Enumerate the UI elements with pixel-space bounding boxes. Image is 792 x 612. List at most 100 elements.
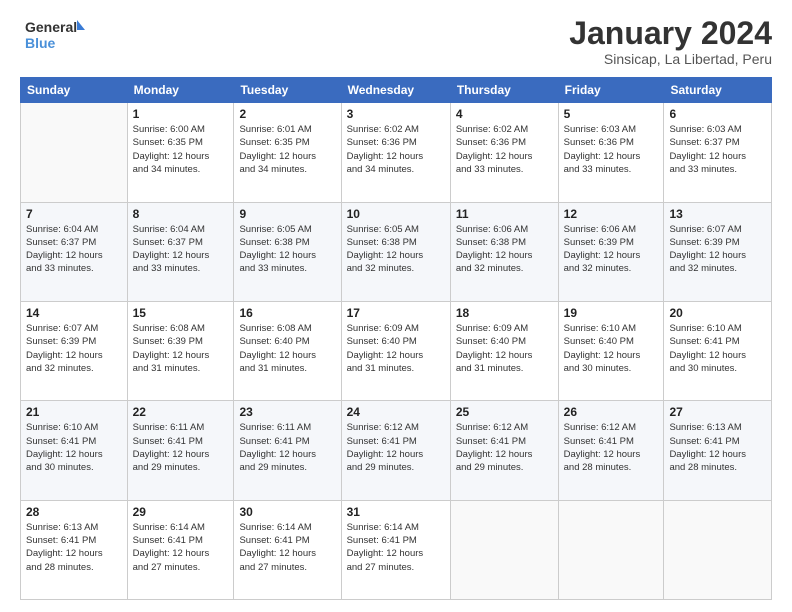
calendar-cell: 29 Sunrise: 6:14 AMSunset: 6:41 PMDayligh… <box>127 500 234 599</box>
day-info: Sunrise: 6:12 AMSunset: 6:41 PMDaylight:… <box>347 421 445 474</box>
day-number: 22 <box>133 405 229 419</box>
day-info: Sunrise: 6:08 AMSunset: 6:40 PMDaylight:… <box>239 322 335 375</box>
calendar-cell: 12 Sunrise: 6:06 AMSunset: 6:39 PMDayligh… <box>558 202 664 301</box>
day-number: 25 <box>456 405 553 419</box>
day-number: 24 <box>347 405 445 419</box>
day-number: 4 <box>456 107 553 121</box>
calendar-cell: 10Sunrise: 6:05 AMSunset: 6:38 PMDayligh… <box>341 202 450 301</box>
day-number: 6 <box>669 107 766 121</box>
day-number: 5 <box>564 107 659 121</box>
day-number: 23 <box>239 405 335 419</box>
day-number: 27 <box>669 405 766 419</box>
day-number: 11 <box>456 207 553 221</box>
col-header-tuesday: Tuesday <box>234 78 341 103</box>
calendar-cell: 28 Sunrise: 6:13 AMSunset: 6:41 PMDayligh… <box>21 500 128 599</box>
calendar-cell: 27 Sunrise: 6:13 AMSunset: 6:41 PMDayligh… <box>664 401 772 500</box>
day-info: Sunrise: 6:14 AMSunset: 6:41 PMDaylight:… <box>133 521 229 574</box>
day-info: Sunrise: 6:13 AMSunset: 6:41 PMDaylight:… <box>26 521 122 574</box>
day-number: 30 <box>239 505 335 519</box>
calendar-cell: 8 Sunrise: 6:04 AMSunset: 6:37 PMDaylight… <box>127 202 234 301</box>
day-info: Sunrise: 6:06 AMSunset: 6:39 PMDaylight:… <box>564 223 659 276</box>
calendar-header-row: SundayMondayTuesdayWednesdayThursdayFrid… <box>21 78 772 103</box>
day-number: 16 <box>239 306 335 320</box>
day-info: Sunrise: 6:02 AMSunset: 6:36 PMDaylight:… <box>347 123 445 176</box>
calendar-cell <box>664 500 772 599</box>
calendar-cell: 1Sunrise: 6:00 AMSunset: 6:35 PMDaylight… <box>127 103 234 202</box>
calendar-cell: 19 Sunrise: 6:10 AMSunset: 6:40 PMDayligh… <box>558 301 664 400</box>
calendar-cell: 9Sunrise: 6:05 AMSunset: 6:38 PMDaylight… <box>234 202 341 301</box>
day-info: Sunrise: 6:06 AMSunset: 6:38 PMDaylight:… <box>456 223 553 276</box>
calendar-cell <box>450 500 558 599</box>
day-info: Sunrise: 6:04 AMSunset: 6:37 PMDaylight:… <box>26 223 122 276</box>
day-info: Sunrise: 6:09 AMSunset: 6:40 PMDaylight:… <box>347 322 445 375</box>
day-number: 20 <box>669 306 766 320</box>
calendar-cell: 22 Sunrise: 6:11 AMSunset: 6:41 PMDayligh… <box>127 401 234 500</box>
calendar-cell: 16 Sunrise: 6:08 AMSunset: 6:40 PMDayligh… <box>234 301 341 400</box>
day-number: 12 <box>564 207 659 221</box>
day-info: Sunrise: 6:10 AMSunset: 6:41 PMDaylight:… <box>26 421 122 474</box>
day-number: 8 <box>133 207 229 221</box>
day-info: Sunrise: 6:13 AMSunset: 6:41 PMDaylight:… <box>669 421 766 474</box>
calendar-cell: 5 Sunrise: 6:03 AMSunset: 6:36 PMDaylight… <box>558 103 664 202</box>
calendar-cell: 18 Sunrise: 6:09 AMSunset: 6:40 PMDayligh… <box>450 301 558 400</box>
calendar-cell: 15 Sunrise: 6:08 AMSunset: 6:39 PMDayligh… <box>127 301 234 400</box>
day-number: 2 <box>239 107 335 121</box>
day-number: 7 <box>26 207 122 221</box>
day-number: 13 <box>669 207 766 221</box>
day-number: 18 <box>456 306 553 320</box>
calendar-cell: 2 Sunrise: 6:01 AMSunset: 6:35 PMDaylight… <box>234 103 341 202</box>
col-header-saturday: Saturday <box>664 78 772 103</box>
day-info: Sunrise: 6:04 AMSunset: 6:37 PMDaylight:… <box>133 223 229 276</box>
svg-text:General: General <box>25 19 77 35</box>
calendar-week-1: 1Sunrise: 6:00 AMSunset: 6:35 PMDaylight… <box>21 103 772 202</box>
calendar-week-4: 21 Sunrise: 6:10 AMSunset: 6:41 PMDayligh… <box>21 401 772 500</box>
calendar-cell: 17Sunrise: 6:09 AMSunset: 6:40 PMDayligh… <box>341 301 450 400</box>
calendar-cell: 4 Sunrise: 6:02 AMSunset: 6:36 PMDaylight… <box>450 103 558 202</box>
subtitle: Sinsicap, La Libertad, Peru <box>569 51 772 67</box>
calendar-cell: 21 Sunrise: 6:10 AMSunset: 6:41 PMDayligh… <box>21 401 128 500</box>
day-info: Sunrise: 6:07 AMSunset: 6:39 PMDaylight:… <box>669 223 766 276</box>
calendar-cell: 6 Sunrise: 6:03 AMSunset: 6:37 PMDaylight… <box>664 103 772 202</box>
day-info: Sunrise: 6:14 AMSunset: 6:41 PMDaylight:… <box>347 521 445 574</box>
day-info: Sunrise: 6:14 AMSunset: 6:41 PMDaylight:… <box>239 521 335 574</box>
day-info: Sunrise: 6:03 AMSunset: 6:36 PMDaylight:… <box>564 123 659 176</box>
day-number: 26 <box>564 405 659 419</box>
day-number: 21 <box>26 405 122 419</box>
day-number: 15 <box>133 306 229 320</box>
day-info: Sunrise: 6:10 AMSunset: 6:41 PMDaylight:… <box>669 322 766 375</box>
col-header-wednesday: Wednesday <box>341 78 450 103</box>
calendar-week-2: 7 Sunrise: 6:04 AMSunset: 6:37 PMDaylight… <box>21 202 772 301</box>
day-info: Sunrise: 6:12 AMSunset: 6:41 PMDaylight:… <box>564 421 659 474</box>
day-info: Sunrise: 6:10 AMSunset: 6:40 PMDaylight:… <box>564 322 659 375</box>
day-number: 28 <box>26 505 122 519</box>
page: General Blue January 2024 Sinsicap, La L… <box>0 0 792 612</box>
day-info: Sunrise: 6:00 AMSunset: 6:35 PMDaylight:… <box>133 123 229 176</box>
day-number: 19 <box>564 306 659 320</box>
calendar-cell <box>21 103 128 202</box>
calendar-cell: 14Sunrise: 6:07 AMSunset: 6:39 PMDayligh… <box>21 301 128 400</box>
svg-text:Blue: Blue <box>25 35 56 51</box>
day-number: 29 <box>133 505 229 519</box>
calendar-cell: 25 Sunrise: 6:12 AMSunset: 6:41 PMDayligh… <box>450 401 558 500</box>
day-info: Sunrise: 6:11 AMSunset: 6:41 PMDaylight:… <box>133 421 229 474</box>
calendar-cell: 26 Sunrise: 6:12 AMSunset: 6:41 PMDayligh… <box>558 401 664 500</box>
day-info: Sunrise: 6:02 AMSunset: 6:36 PMDaylight:… <box>456 123 553 176</box>
month-title: January 2024 <box>569 16 772 51</box>
calendar-cell: 30 Sunrise: 6:14 AMSunset: 6:41 PMDayligh… <box>234 500 341 599</box>
col-header-friday: Friday <box>558 78 664 103</box>
calendar-table: SundayMondayTuesdayWednesdayThursdayFrid… <box>20 77 772 600</box>
header: General Blue January 2024 Sinsicap, La L… <box>20 16 772 67</box>
day-info: Sunrise: 6:12 AMSunset: 6:41 PMDaylight:… <box>456 421 553 474</box>
day-info: Sunrise: 6:09 AMSunset: 6:40 PMDaylight:… <box>456 322 553 375</box>
day-number: 14 <box>26 306 122 320</box>
col-header-thursday: Thursday <box>450 78 558 103</box>
day-info: Sunrise: 6:01 AMSunset: 6:35 PMDaylight:… <box>239 123 335 176</box>
calendar-cell: 23Sunrise: 6:11 AMSunset: 6:41 PMDayligh… <box>234 401 341 500</box>
day-info: Sunrise: 6:08 AMSunset: 6:39 PMDaylight:… <box>133 322 229 375</box>
logo: General Blue <box>20 16 90 52</box>
calendar-cell: 3Sunrise: 6:02 AMSunset: 6:36 PMDaylight… <box>341 103 450 202</box>
day-info: Sunrise: 6:05 AMSunset: 6:38 PMDaylight:… <box>347 223 445 276</box>
calendar-cell: 24 Sunrise: 6:12 AMSunset: 6:41 PMDayligh… <box>341 401 450 500</box>
calendar-week-5: 28 Sunrise: 6:13 AMSunset: 6:41 PMDayligh… <box>21 500 772 599</box>
day-info: Sunrise: 6:03 AMSunset: 6:37 PMDaylight:… <box>669 123 766 176</box>
